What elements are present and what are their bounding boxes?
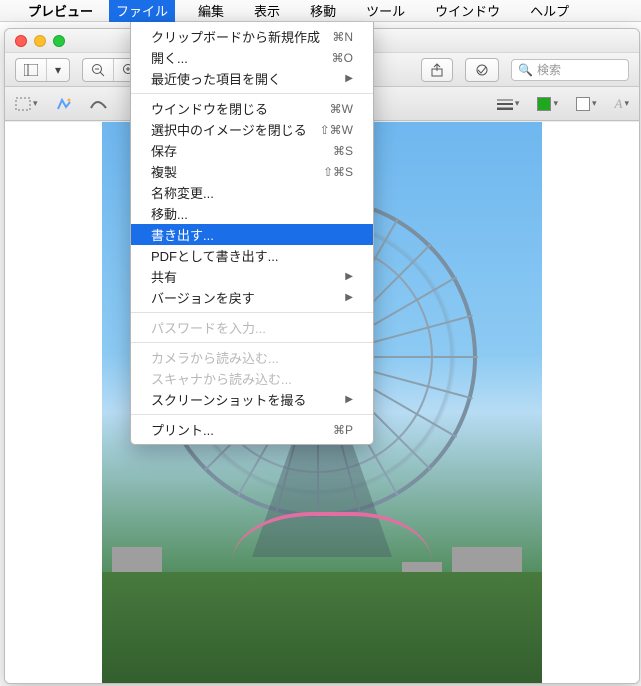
menu-view[interactable]: 表示: [247, 0, 287, 22]
menu-tools[interactable]: ツール: [359, 0, 412, 22]
window-close-button[interactable]: [15, 35, 27, 47]
menu-item-label: スキャナから読み込む...: [151, 369, 292, 388]
menu-item-label: 複製: [151, 162, 177, 181]
sketch-tool[interactable]: [90, 97, 108, 111]
menu-separator: [131, 312, 373, 313]
window-zoom-button[interactable]: [53, 35, 65, 47]
submenu-arrow-icon: ▶: [345, 271, 353, 282]
chevron-down-icon: ▾: [47, 59, 69, 81]
menu-item-label: 共有: [151, 267, 177, 286]
instant-alpha-tool[interactable]: [56, 97, 72, 111]
menu-item[interactable]: クリップボードから新規作成 ⌘N: [131, 26, 373, 47]
menu-item-label: 保存: [151, 141, 177, 160]
menu-shortcut: ⌘S: [333, 144, 353, 158]
menu-item[interactable]: 移動...: [131, 203, 373, 224]
sidebar-toggle[interactable]: ▾: [15, 58, 70, 82]
menu-item[interactable]: 選択中のイメージを閉じる ⇧⌘W: [131, 119, 373, 140]
color-swatch-white: [576, 97, 590, 111]
menu-shortcut: ⇧⌘W: [320, 123, 353, 137]
menu-item[interactable]: 最近使った項目を開く ▶: [131, 68, 373, 89]
zoom-out-button[interactable]: [83, 59, 114, 81]
share-button[interactable]: [421, 58, 453, 82]
menu-item[interactable]: プリント... ⌘P: [131, 419, 373, 440]
menu-item[interactable]: 開く... ⌘O: [131, 47, 373, 68]
fill-color[interactable]: ▾: [576, 97, 597, 111]
app-name[interactable]: プレビュー: [28, 1, 93, 20]
search-icon: 🔍: [518, 63, 533, 77]
menu-item-label: プリント...: [151, 420, 214, 439]
menu-item-label: 選択中のイメージを閉じる: [151, 120, 307, 139]
menu-item-label: ウインドウを閉じる: [151, 99, 268, 118]
menu-item-label: スクリーンショットを撮る: [151, 390, 306, 409]
menu-item[interactable]: 共有 ▶: [131, 266, 373, 287]
menu-item[interactable]: スクリーンショットを撮る ▶: [131, 389, 373, 410]
border-color[interactable]: ▾: [537, 97, 558, 111]
menu-item[interactable]: 複製 ⇧⌘S: [131, 161, 373, 182]
menu-window[interactable]: ウインドウ: [428, 0, 507, 22]
menu-shortcut: ⌘N: [332, 30, 353, 44]
menu-separator: [131, 414, 373, 415]
menu-item-label: バージョンを戻す: [151, 288, 255, 307]
submenu-arrow-icon: ▶: [345, 292, 353, 303]
markup-icon: [466, 59, 498, 81]
border-style[interactable]: ▾: [497, 98, 520, 110]
menu-item[interactable]: ウインドウを閉じる ⌘W: [131, 98, 373, 119]
system-menubar: プレビュー ファイル 編集 表示 移動 ツール ウインドウ ヘルプ: [0, 0, 641, 22]
menu-item[interactable]: 書き出す...: [131, 224, 373, 245]
menu-separator: [131, 342, 373, 343]
menu-item[interactable]: バージョンを戻す ▶: [131, 287, 373, 308]
text-style[interactable]: A▾: [615, 96, 629, 112]
menu-item-label: クリップボードから新規作成: [151, 27, 320, 46]
window-minimize-button[interactable]: [34, 35, 46, 47]
menu-item: カメラから読み込む...: [131, 347, 373, 368]
menu-item-label: PDFとして書き出す...: [151, 246, 278, 265]
menu-item-label: 名称変更...: [151, 183, 214, 202]
menu-shortcut: ⇧⌘S: [323, 165, 353, 179]
menu-separator: [131, 93, 373, 94]
search-field[interactable]: 🔍 検索: [511, 59, 629, 81]
menu-help[interactable]: ヘルプ: [523, 0, 576, 22]
menu-item: パスワードを入力...: [131, 317, 373, 338]
menu-item: スキャナから読み込む...: [131, 368, 373, 389]
submenu-arrow-icon: ▶: [345, 394, 353, 405]
menu-shortcut: ⌘O: [332, 51, 353, 65]
menu-item-label: 開く...: [151, 48, 188, 67]
menu-item-label: 移動...: [151, 204, 188, 223]
menu-item[interactable]: PDFとして書き出す...: [131, 245, 373, 266]
submenu-arrow-icon: ▶: [345, 73, 353, 84]
menu-edit[interactable]: 編集: [191, 0, 231, 22]
menu-item[interactable]: 保存 ⌘S: [131, 140, 373, 161]
menu-shortcut: ⌘W: [330, 102, 353, 116]
sidebar-icon: [16, 59, 47, 81]
markup-button[interactable]: [465, 58, 499, 82]
menu-item-label: 最近使った項目を開く: [151, 69, 281, 88]
color-swatch-green: [537, 97, 551, 111]
menu-item[interactable]: 名称変更...: [131, 182, 373, 203]
menu-item-label: カメラから読み込む...: [151, 348, 279, 367]
file-menu-dropdown: クリップボードから新規作成 ⌘N 開く... ⌘O 最近使った項目を開く ▶ ウインドウを閉…: [130, 22, 374, 445]
share-icon: [422, 59, 452, 81]
selection-tool[interactable]: ▾: [15, 97, 38, 111]
menu-item-label: パスワードを入力...: [151, 318, 266, 337]
menu-file[interactable]: ファイル: [109, 0, 175, 22]
menu-shortcut: ⌘P: [333, 423, 353, 437]
menu-item-label: 書き出す...: [151, 225, 214, 244]
search-placeholder: 検索: [537, 61, 561, 78]
menu-go[interactable]: 移動: [303, 0, 343, 22]
